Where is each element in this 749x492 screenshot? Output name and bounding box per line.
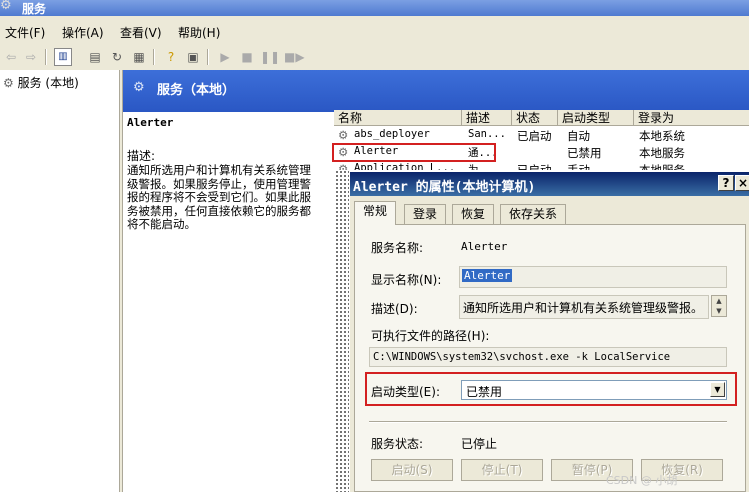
description-field[interactable]: 通知所选用户和计算机有关系统管理级警报。 (459, 295, 709, 319)
stop-button[interactable]: 停止(T) (461, 459, 543, 481)
description-label: 描述: (127, 149, 156, 163)
row-startup-type: 已禁用 (567, 146, 602, 160)
console-tree: ⚙ 服务 (本地) (0, 70, 120, 492)
service-status-value: 已停止 (461, 437, 498, 451)
pane-header: ⚙ 服务（本地） (123, 70, 749, 112)
description-value: 通知所选用户和计算机有关系统管理级警报。 (463, 301, 704, 315)
row-startup-type: 手动 (567, 163, 590, 170)
service-name-label: 服务名称: (371, 241, 424, 255)
menu-view[interactable]: 查看(V) (120, 24, 162, 41)
divider (369, 421, 727, 423)
toolbar: ⇦ ⇨ ▥ ▤ ↻ ▦ ? ▣ ▶ ■ ❚❚ ■▶ (0, 45, 749, 69)
gear-icon: ⚙ (338, 162, 349, 170)
pause-service-icon[interactable]: ❚❚ (260, 48, 280, 66)
display-name-field[interactable]: Alerter (459, 266, 727, 288)
display-name-value: Alerter (462, 269, 513, 282)
row-name: abs_deployer (354, 128, 430, 140)
highlight-box-startup-type (365, 372, 737, 406)
window-title: 服务 (22, 2, 47, 16)
menu-bar: 文件(F) 操作(A) 查看(V) 帮助(H) (0, 22, 749, 42)
stop-service-icon[interactable]: ■ (238, 48, 256, 66)
list-gear-icons-column (335, 170, 349, 492)
tab-recovery[interactable]: 恢复 (452, 204, 495, 224)
refresh-icon[interactable]: ↻ (108, 48, 126, 66)
highlight-box-alerter-row (332, 143, 496, 162)
service-status-label: 服务状态: (371, 437, 424, 451)
properties-sheet-icon[interactable]: ▤ (86, 48, 104, 66)
tab-dependencies[interactable]: 依存关系 (500, 204, 567, 224)
gear-icon: ⚙ (338, 128, 349, 142)
selected-service-name: Alerter (127, 116, 174, 129)
dialog-title: Alerter 的属性(本地计算机) (353, 180, 536, 195)
menu-help[interactable]: 帮助(H) (178, 24, 220, 41)
tab-logon[interactable]: 登录 (404, 204, 447, 224)
row-name: Application L... (354, 162, 456, 170)
row-logon-as: 本地系统 (639, 129, 685, 143)
services-gear-icon: ⚙ (0, 0, 12, 13)
table-row[interactable]: ⚙ abs_deployer San... 已启动 自动 本地系统 (334, 127, 749, 144)
general-tab-page: 服务名称: Alerter 显示名称(N): Alerter 描述(D): 通知… (354, 224, 746, 492)
dialog-title-bar: Alerter 的属性(本地计算机) ? × (350, 172, 749, 196)
tree-node-services-local[interactable]: ⚙ 服务 (本地) (3, 74, 79, 91)
row-logon-as: 本地服务 (639, 146, 685, 160)
column-header-logon-as[interactable]: 登录为 (634, 110, 749, 126)
back-arrow-icon[interactable]: ⇦ (2, 48, 20, 66)
toolbar-separator (153, 49, 155, 65)
export-list-icon[interactable]: ▦ (130, 48, 148, 66)
show-tree-icon[interactable]: ▥ (54, 48, 72, 66)
help-icon[interactable]: ? (162, 48, 180, 66)
toolbar-separator (45, 49, 47, 65)
menu-file[interactable]: 文件(F) (5, 24, 45, 41)
row-description: San... (468, 128, 506, 140)
description-text: 通知所选用户和计算机有关系统管理级警报。如果服务停止，使用管理警报的程序将不会受… (127, 163, 311, 231)
column-header-status[interactable]: 状态 (512, 110, 558, 126)
help-button[interactable]: ? (718, 175, 734, 191)
display-name-label: 显示名称(N): (371, 273, 442, 287)
exe-path-value: C:\WINDOWS\system32\svchost.exe -k Local… (373, 351, 671, 363)
description-label: 描述(D): (371, 302, 418, 316)
gear-icon: ⚙ (3, 76, 14, 90)
table-row[interactable]: ⚙ Application L... 为... 已启动 手动 本地服务 (334, 161, 749, 170)
watermark: CSDN @ 小胡 (606, 474, 678, 487)
exe-path-field: C:\WINDOWS\system32\svchost.exe -k Local… (369, 347, 727, 367)
pane-title: 服务（本地） (157, 83, 236, 98)
forward-arrow-icon[interactable]: ⇨ (22, 48, 40, 66)
service-description-panel: Alerter 描述: 通知所选用户和计算机有关系统管理级警报。如果服务停止，使… (127, 116, 327, 232)
exe-path-label: 可执行文件的路径(H): (371, 329, 490, 343)
row-description: 为... (468, 164, 498, 170)
toolbar-separator (207, 49, 209, 65)
service-properties-dialog: Alerter 的属性(本地计算机) ? × 常规 登录 恢复 依存关系 服务名… (349, 172, 749, 492)
services-list: 名称 描述 状态 启动类型 登录为 ⚙ abs_deployer San... … (332, 110, 749, 170)
start-button[interactable]: 启动(S) (371, 459, 453, 481)
row-logon-as: 本地服务 (639, 163, 685, 170)
menu-action[interactable]: 操作(A) (62, 24, 104, 41)
row-status: 已启动 (517, 129, 552, 143)
console-icon[interactable]: ▣ (184, 48, 202, 66)
service-name-value: Alerter (461, 240, 508, 253)
column-header-description[interactable]: 描述 (462, 110, 512, 126)
close-button[interactable]: × (735, 175, 749, 191)
gear-icon: ⚙ (133, 80, 145, 95)
column-header-startup-type[interactable]: 启动类型 (558, 110, 634, 126)
window-title-bar: ⚙ 服务 (0, 0, 749, 16)
row-status: 已启动 (517, 163, 552, 170)
row-startup-type: 自动 (567, 129, 590, 143)
start-service-icon[interactable]: ▶ (216, 48, 234, 66)
restart-service-icon[interactable]: ■▶ (284, 48, 305, 66)
description-scroll-spinner[interactable]: ▲ ▼ (711, 295, 727, 317)
column-header-name[interactable]: 名称 (334, 110, 462, 126)
tab-general[interactable]: 常规 (354, 201, 397, 225)
